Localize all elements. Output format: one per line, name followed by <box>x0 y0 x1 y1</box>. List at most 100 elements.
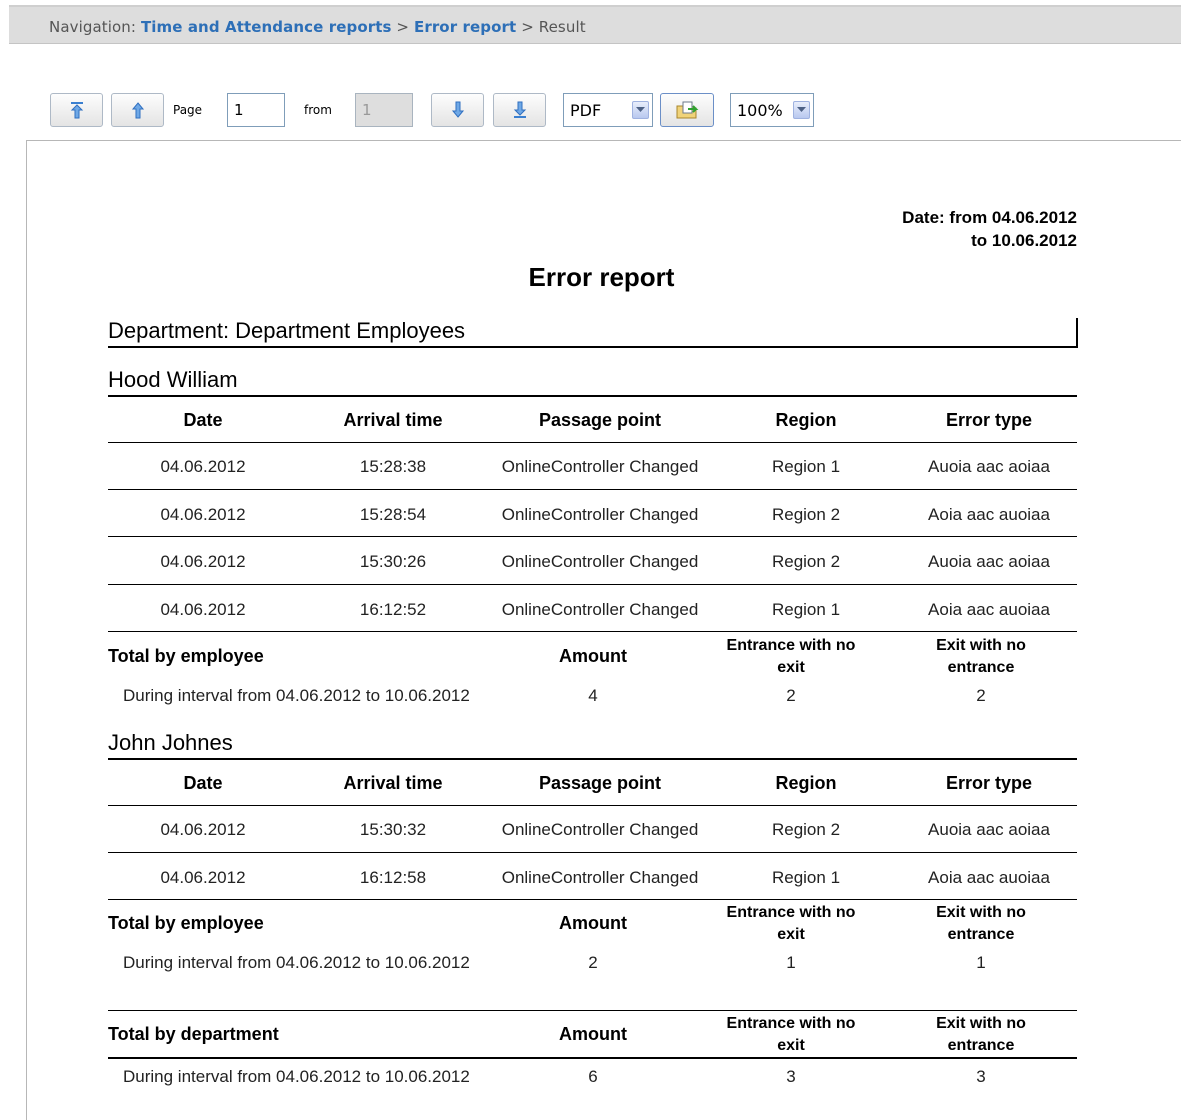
employee-name: Hood William <box>108 367 238 392</box>
breadcrumb-separator: > <box>396 18 410 36</box>
cell-arrival-time: 15:28:54 <box>359 505 427 524</box>
first-page-button[interactable] <box>50 93 103 127</box>
breadcrumb: Navigation: Time and Attendance reports … <box>49 18 586 36</box>
column-header-error-type: Error type <box>945 773 1033 793</box>
total-by-employee-label: Total by employee <box>108 913 264 933</box>
last-page-button[interactable] <box>493 93 546 127</box>
cell-arrival-time: 15:30:26 <box>359 552 427 571</box>
date-range-from: Date: from 04.06.2012 <box>902 208 1077 227</box>
export-format-value: PDF <box>570 100 602 120</box>
export-icon <box>676 101 699 119</box>
department-heading: Department: Department Employees <box>108 318 1078 348</box>
total-amount: 6 <box>588 1067 598 1086</box>
summary-header-entrance-no-exit: Entrance with no exit <box>726 637 856 676</box>
divider <box>108 395 1077 397</box>
column-header-error-type: Error type <box>945 410 1033 430</box>
date-range-to: to 10.06.2012 <box>971 231 1077 250</box>
column-header-date: Date <box>183 773 223 793</box>
column-header-date: Date <box>183 410 223 430</box>
total-exit-no-entrance: 3 <box>976 1067 986 1086</box>
cell-arrival-time: 15:30:32 <box>359 820 427 839</box>
total-by-department-label: Total by department <box>108 1024 279 1044</box>
divider <box>108 758 1077 760</box>
navigation-bar: Navigation: Time and Attendance reports … <box>9 5 1181 44</box>
cell-error-type: Aoia aac auoiaa <box>928 600 1050 619</box>
first-page-icon <box>70 102 83 119</box>
summary-header-amount: Amount <box>559 1024 627 1044</box>
last-page-icon <box>513 101 526 118</box>
zoom-value: 100% <box>737 100 783 120</box>
cell-date: 04.06.2012 <box>160 552 246 571</box>
total-amount: 2 <box>588 953 598 972</box>
arrow-up-icon <box>131 102 144 119</box>
page-number-input[interactable]: 1 <box>227 93 285 127</box>
summary-header-exit-no-entrance: Exit with no entrance <box>936 1015 1026 1054</box>
page-label: Page <box>173 103 203 117</box>
total-entrance-no-exit: 2 <box>786 686 796 705</box>
column-header-passage-point: Passage point <box>538 773 662 793</box>
summary-header-entrance-no-exit: Entrance with no exit <box>726 1015 856 1054</box>
cell-region: Region 1 <box>771 600 841 619</box>
cell-date: 04.06.2012 <box>160 868 246 887</box>
interval-text: During interval from 04.06.2012 to 10.06… <box>123 953 470 972</box>
export-format-select[interactable]: PDF <box>563 93 653 127</box>
cell-date: 04.06.2012 <box>160 505 246 524</box>
department-name: Department: Department Employees <box>108 318 466 343</box>
total-exit-no-entrance: 2 <box>976 686 986 705</box>
breadcrumb-link-time-attendance[interactable]: Time and Attendance reports <box>141 18 392 36</box>
cell-region: Region 2 <box>771 552 841 571</box>
column-header-region: Region <box>775 773 837 793</box>
total-by-employee-label: Total by employee <box>108 646 264 666</box>
cell-error-type: Aoia aac auoiaa <box>928 868 1050 887</box>
divider <box>108 1057 1077 1059</box>
divider <box>108 805 1077 806</box>
chevron-down-icon <box>632 101 649 119</box>
divider <box>108 584 1077 585</box>
cell-error-type: Auoia aac aoiaa <box>928 820 1050 839</box>
from-label: from <box>304 103 332 117</box>
cell-arrival-time: 16:12:52 <box>359 600 427 619</box>
breadcrumb-current: Result <box>538 18 586 36</box>
arrow-down-icon <box>451 101 464 118</box>
divider <box>108 536 1077 537</box>
employee-name: John Johnes <box>108 730 233 755</box>
summary-header-amount: Amount <box>559 913 627 933</box>
report-title: Error report <box>528 262 675 292</box>
chevron-down-icon <box>793 101 810 119</box>
cell-error-type: Auoia aac aoiaa <box>928 552 1050 571</box>
cell-error-type: Aoia aac auoiaa <box>928 505 1050 524</box>
column-header-arrival-time: Arrival time <box>343 410 443 430</box>
total-entrance-no-exit: 3 <box>786 1067 796 1086</box>
breadcrumb-prefix: Navigation: <box>49 18 137 36</box>
cell-date: 04.06.2012 <box>160 600 246 619</box>
cell-region: Region 2 <box>771 505 841 524</box>
total-exit-no-entrance: 1 <box>976 953 986 972</box>
divider <box>108 899 1077 900</box>
zoom-select[interactable]: 100% <box>730 93 814 127</box>
divider <box>108 442 1077 443</box>
total-pages-field: 1 <box>355 93 413 127</box>
divider <box>108 1010 1077 1011</box>
previous-page-button[interactable] <box>111 93 164 127</box>
cell-passage-point: OnlineController Changed <box>501 457 699 476</box>
cell-region: Region 1 <box>771 457 841 476</box>
column-header-region: Region <box>775 410 837 430</box>
interval-text: During interval from 04.06.2012 to 10.06… <box>123 686 470 705</box>
cell-date: 04.06.2012 <box>160 457 246 476</box>
divider <box>108 489 1077 490</box>
cell-passage-point: OnlineController Changed <box>501 505 699 524</box>
summary-header-exit-no-entrance: Exit with no entrance <box>936 637 1026 676</box>
divider <box>108 852 1077 853</box>
export-button[interactable] <box>660 93 714 127</box>
summary-header-exit-no-entrance: Exit with no entrance <box>936 904 1026 943</box>
cell-passage-point: OnlineController Changed <box>501 552 699 571</box>
breadcrumb-link-error-report[interactable]: Error report <box>414 18 516 36</box>
cell-region: Region 2 <box>771 820 841 839</box>
divider <box>108 631 1077 632</box>
column-header-passage-point: Passage point <box>538 410 662 430</box>
cell-passage-point: OnlineController Changed <box>501 868 699 887</box>
cell-passage-point: OnlineController Changed <box>501 600 699 619</box>
total-entrance-no-exit: 1 <box>786 953 796 972</box>
cell-arrival-time: 15:28:38 <box>359 457 427 476</box>
next-page-button[interactable] <box>431 93 484 127</box>
